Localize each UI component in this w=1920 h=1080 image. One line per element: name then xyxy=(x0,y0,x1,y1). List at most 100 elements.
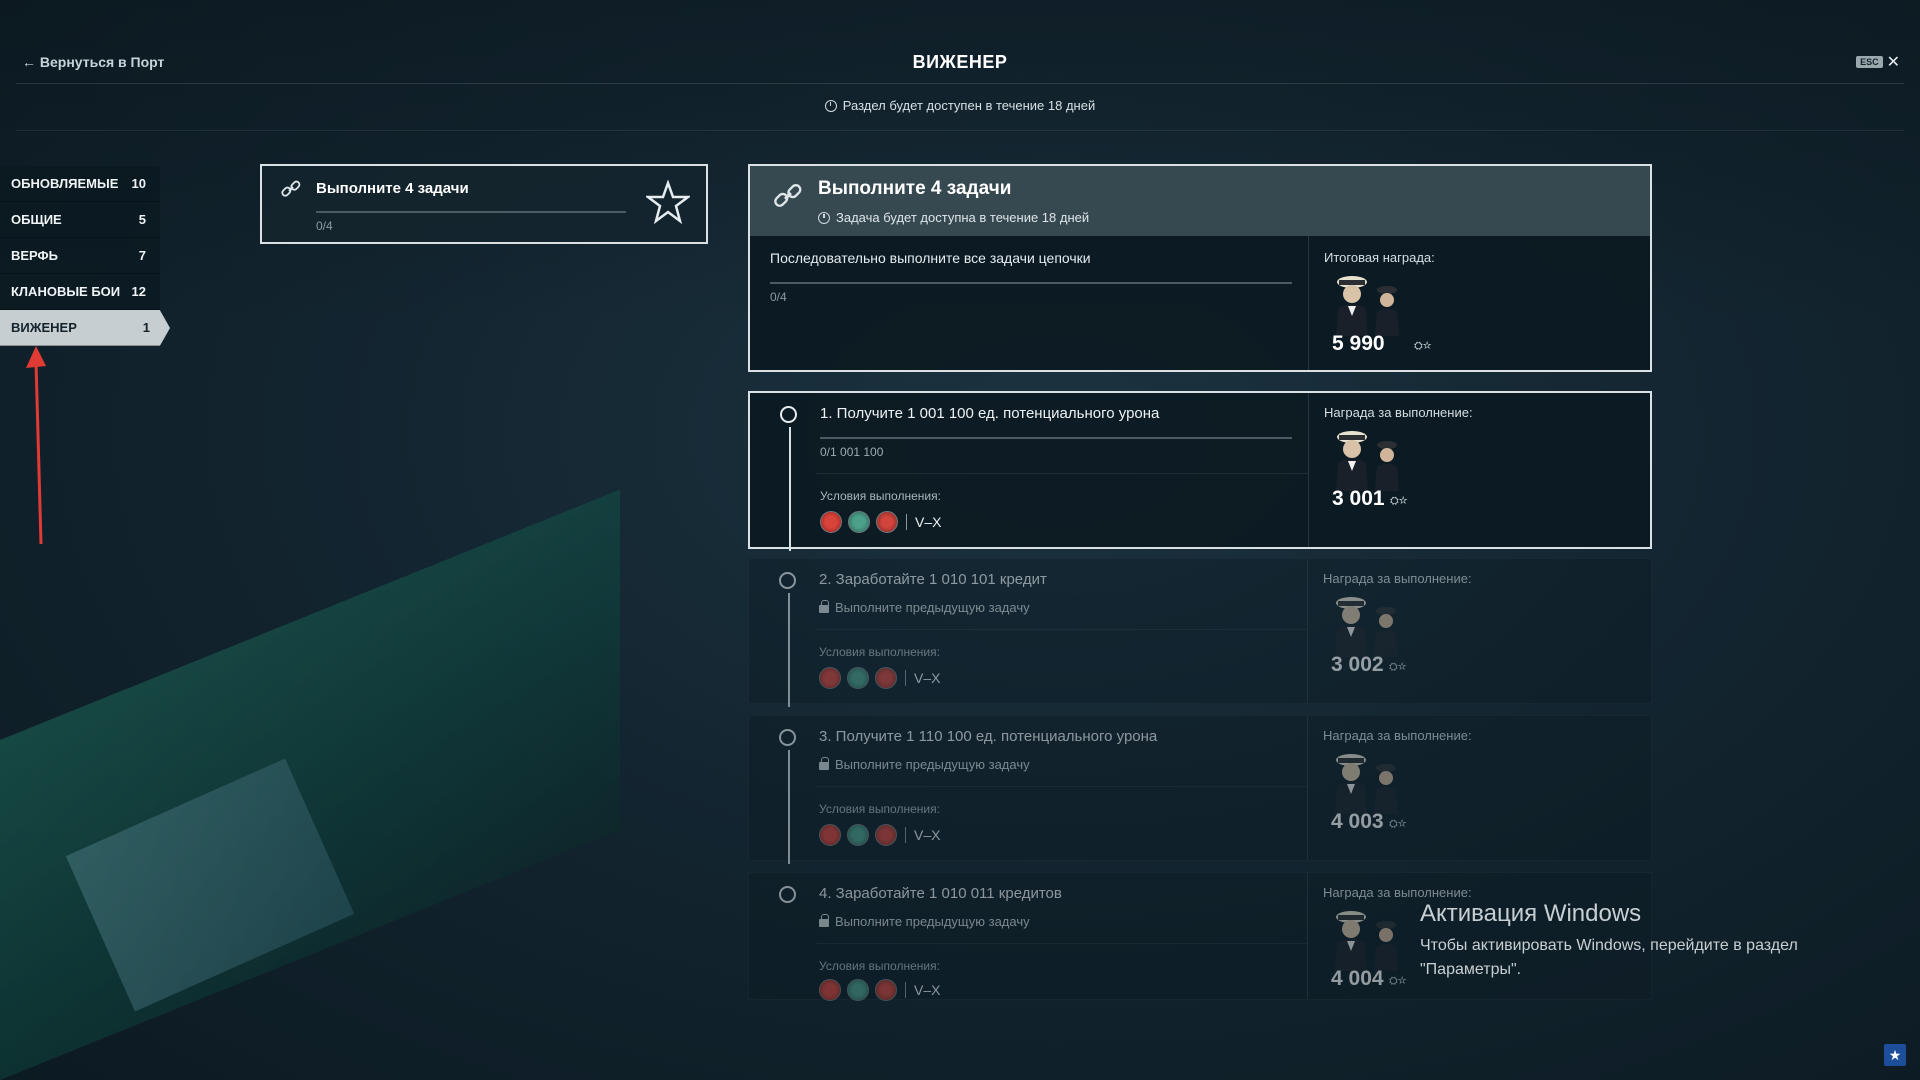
task-card-1[interactable]: 1. Получите 1 001 100 ед. потенциального… xyxy=(748,391,1652,551)
commander-portraits-icon xyxy=(1335,911,1398,971)
task-card-2[interactable]: 2. Заработайте 1 010 101 кредит Выполнит… xyxy=(748,558,1652,707)
header-divider-2 xyxy=(16,130,1904,131)
final-reward-value: 5 990 xyxy=(1332,332,1385,355)
conditions-label: Условия выполнения: xyxy=(819,802,940,816)
page-title: ВИЖЕНЕР xyxy=(912,52,1008,72)
conditions-icons: V–X xyxy=(820,511,941,533)
chain-detail-header: Выполните 4 задачи Задача будет доступна… xyxy=(748,164,1652,236)
lock-icon xyxy=(819,757,829,770)
ussr-nation-icon xyxy=(819,979,841,1001)
task-locked-hint: Выполните предыдущую задачу xyxy=(819,600,1030,615)
divider xyxy=(906,514,907,530)
sidebar-item-vigenere[interactable]: ВИЖЕНЕР 1 xyxy=(0,310,170,346)
ussr-nation-icon xyxy=(819,667,841,689)
ussr-nation-icon xyxy=(819,824,841,846)
task-timeline xyxy=(789,427,791,551)
conditions-label: Условия выполнения: xyxy=(819,645,940,659)
tier-range: V–X xyxy=(914,670,941,686)
pan-asia-nation-icon xyxy=(847,667,869,689)
sidebar-item-updatable[interactable]: ОБНОВЛЯЕМЫЕ 10 xyxy=(0,166,160,202)
commander-xp-icon: ⛭☆ xyxy=(1389,975,1407,987)
lock-icon xyxy=(819,914,829,927)
sidebar-item-general[interactable]: ОБЩИЕ 5 xyxy=(0,202,160,238)
tier-range: V–X xyxy=(915,514,942,530)
divider xyxy=(815,629,1307,630)
chain-card-title: Выполните 4 задачи xyxy=(316,180,469,197)
chain-detail-title: Выполните 4 задачи xyxy=(818,178,1012,199)
chain-progress-bar xyxy=(770,282,1292,284)
divider xyxy=(1307,716,1308,860)
task-timeline xyxy=(788,750,790,864)
close-icon[interactable]: ✕ xyxy=(1887,52,1900,72)
commander-xp-icon: ⛭☆ xyxy=(1390,495,1408,507)
task-reward-label: Награда за выполнение: xyxy=(1323,728,1472,743)
commander-portraits-icon xyxy=(1336,276,1399,336)
sidebar-item-shipyard[interactable]: ВЕРФЬ 7 xyxy=(0,238,160,274)
close-control[interactable]: ESC ✕ xyxy=(1856,52,1900,72)
sidebar-item-label: ОБЩИЕ xyxy=(11,212,62,227)
divider xyxy=(1307,559,1308,703)
star-icon xyxy=(646,180,690,224)
pan-asia-nation-icon xyxy=(847,979,869,1001)
conditions-icons: V–X xyxy=(819,979,940,1001)
task-reward-value: 4 003 xyxy=(1331,810,1384,833)
lock-icon xyxy=(819,600,829,613)
conditions-icons: V–X xyxy=(819,667,940,689)
commander-portraits-icon xyxy=(1335,754,1398,814)
task-status-circle xyxy=(779,729,796,746)
commander-xp-icon: ⛭☆ xyxy=(1389,818,1407,830)
star-badge-icon[interactable]: ★ xyxy=(1884,1044,1906,1066)
chain-progress: 0/4 xyxy=(770,290,787,304)
divider xyxy=(1308,236,1309,370)
windows-activation-watermark: Активация Windows Чтобы активировать Win… xyxy=(1420,900,1860,982)
task-locked-hint: Выполните предыдущую задачу xyxy=(819,914,1030,929)
divider xyxy=(905,982,906,998)
chain-detail-panel: Выполните 4 задачи Задача будет доступна… xyxy=(748,164,1652,372)
windows-activation-title: Активация Windows xyxy=(1420,900,1642,927)
task-reward-value: 3 001 xyxy=(1332,487,1385,510)
final-reward-label: Итоговая награда: xyxy=(1324,250,1435,265)
task-status-circle xyxy=(779,886,796,903)
chain-card-progress-bar xyxy=(316,211,626,213)
chain-description: Последовательно выполните все задачи цеп… xyxy=(770,250,1091,266)
category-sidebar: ОБНОВЛЯЕМЫЕ 10 ОБЩИЕ 5 ВЕРФЬ 7 КЛАНОВЫЕ … xyxy=(0,166,170,346)
sidebar-item-clan-battles[interactable]: КЛАНОВЫЕ БОИ 12 xyxy=(0,274,160,310)
task-reward-label: Награда за выполнение: xyxy=(1323,571,1472,586)
sidebar-item-count: 1 xyxy=(142,320,150,335)
sidebar-item-count: 5 xyxy=(138,212,146,227)
sidebar-item-count: 7 xyxy=(138,248,146,263)
sidebar-item-label: ВЕРФЬ xyxy=(11,248,58,263)
commander-xp-icon: ⛭☆ xyxy=(1389,661,1407,673)
task-title: 3. Получите 1 110 100 ед. потенциального… xyxy=(819,728,1158,745)
task-timeline xyxy=(788,593,790,707)
clock-icon xyxy=(824,100,837,112)
chain-detail-body: Последовательно выполните все задачи цеп… xyxy=(748,236,1652,372)
divider xyxy=(905,827,906,843)
task-card-3[interactable]: 3. Получите 1 110 100 ед. потенциального… xyxy=(748,715,1652,864)
task-title: 2. Заработайте 1 010 101 кредит xyxy=(819,571,1047,588)
annotation-arrow-icon xyxy=(26,346,46,545)
task-status-circle xyxy=(779,572,796,589)
task-locked-text: Выполните предыдущую задачу xyxy=(835,914,1030,929)
japan-nation-icon xyxy=(875,667,897,689)
chain-detail-availability-text: Задача будет доступна в течение 18 дней xyxy=(836,210,1090,225)
windows-activation-text: Чтобы активировать Windows, перейдите в … xyxy=(1420,937,1798,978)
commander-portraits-icon xyxy=(1335,597,1398,657)
task-status-circle xyxy=(780,406,797,423)
task-progress: 0/1 001 100 xyxy=(820,445,884,459)
section-availability: Раздел будет доступен в течение 18 дней xyxy=(0,98,1920,113)
link-icon xyxy=(774,184,802,207)
tier-range: V–X xyxy=(914,982,941,998)
divider xyxy=(816,473,1308,474)
sidebar-item-label: ВИЖЕНЕР xyxy=(11,320,77,335)
conditions-icons: V–X xyxy=(819,824,940,846)
esc-key-hint: ESC xyxy=(1856,56,1883,68)
japan-nation-icon xyxy=(876,511,898,533)
chain-card[interactable]: Выполните 4 задачи 0/4 xyxy=(260,164,708,244)
sidebar-item-label: ОБНОВЛЯЕМЫЕ xyxy=(11,176,119,191)
task-progress-bar xyxy=(820,437,1292,439)
task-title: 1. Получите 1 001 100 ед. потенциального… xyxy=(820,405,1160,422)
divider xyxy=(1308,393,1309,547)
task-locked-hint: Выполните предыдущую задачу xyxy=(819,757,1030,772)
divider xyxy=(1307,873,1308,999)
